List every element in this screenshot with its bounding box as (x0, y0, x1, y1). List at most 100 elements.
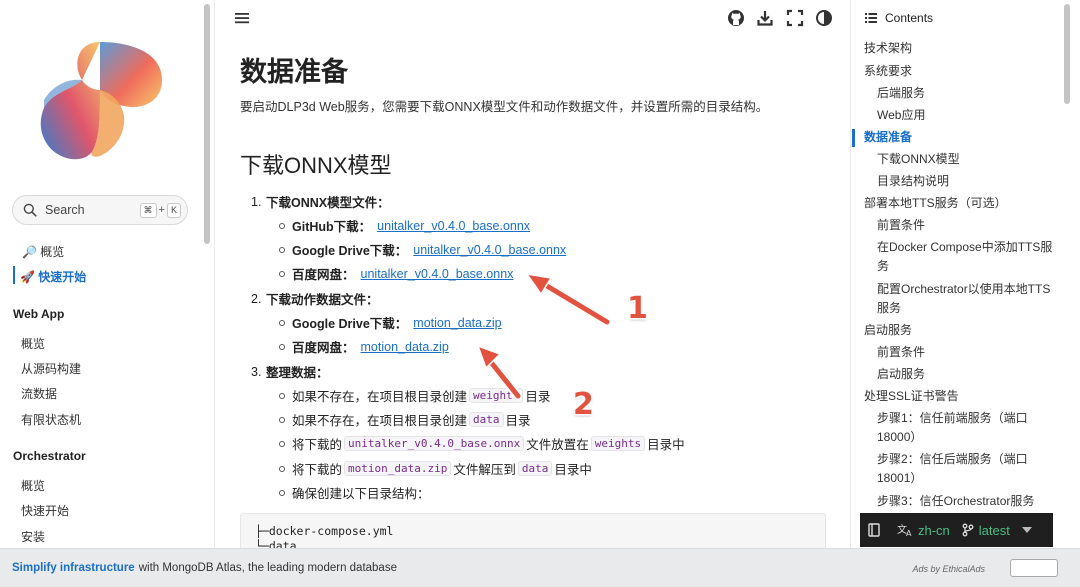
download-link[interactable]: unitalker_v0.4.0_base.onnx (377, 219, 530, 233)
sidebar-group-orchestrator: Orchestrator (13, 449, 86, 463)
bullet (279, 465, 285, 472)
fullscreen-icon[interactable] (786, 9, 804, 27)
download-link[interactable]: motion_data.zip (413, 316, 501, 330)
toc-item[interactable]: 启动服务 (877, 365, 925, 384)
annotation-arrow-1 (525, 272, 612, 327)
language-selector[interactable]: 文A zh-cn (897, 523, 950, 538)
toc-item[interactable]: 启动服务 (864, 321, 912, 340)
search-label: Search (45, 203, 85, 217)
sidebar-item-overview[interactable]: 🔎 概览 (22, 243, 64, 260)
intro-paragraph: 要启动DLP3d Web服务，您需要下载ONNX模型文件和动作数据文件，并设置所… (240, 100, 769, 114)
text: 如果不存在，在项目根目录创建 (292, 390, 468, 404)
toc-item[interactable]: 系统要求 (864, 62, 912, 81)
source-label: GitHub下载： (292, 220, 372, 234)
toc-item[interactable]: 处理SSL证书警告 (864, 387, 959, 406)
shortcut-key-cmd: ⌘ (139, 202, 157, 218)
sidebar-item-install[interactable]: 安装 (21, 528, 45, 545)
step-title: 下载动作数据文件： (266, 293, 379, 307)
toc-item[interactable]: 配置Orchestrator以使用本地TTS服务 (877, 280, 1057, 318)
ad-attribution[interactable]: Ads by EthicalAds (912, 564, 985, 574)
step-number: 2. (251, 291, 262, 306)
list-item: 确保创建以下目录结构： (279, 483, 430, 502)
sidebar-item-orch-quickstart[interactable]: 快速开始 (21, 502, 69, 519)
sidebar-group-webapp: Web App (13, 307, 65, 321)
toc-item[interactable]: 后端服务 (877, 84, 925, 103)
toc-item[interactable]: 前置条件 (877, 216, 925, 235)
book-icon-wrap (868, 523, 885, 537)
toc-scrollbar[interactable] (1062, 0, 1072, 548)
toc-item[interactable]: Web应用 (877, 106, 925, 125)
code-line: └─data (255, 539, 297, 548)
toc-item[interactable]: 下载ONNX模型 (877, 150, 960, 169)
github-icon[interactable] (727, 9, 745, 27)
sidebar-item-label: 概览 (40, 245, 65, 259)
ad-text: with MongoDB Atlas, the leading modern d… (138, 562, 397, 574)
text: 目录中 (647, 438, 685, 452)
language-value: zh-cn (918, 522, 950, 538)
bullet (279, 416, 285, 423)
sidebar-item-quickstart[interactable]: 🚀 快速开始 (20, 268, 86, 285)
rocket-icon: 🚀 (20, 270, 35, 284)
download-link[interactable]: motion_data.zip (361, 340, 449, 354)
scrollbar-thumb[interactable] (204, 4, 210, 244)
toc-header: Contents (865, 11, 933, 25)
toc-item[interactable]: 步骤3：信任Orchestrator服务 (877, 492, 1034, 511)
text: 目录 (505, 414, 531, 428)
bullet (279, 489, 285, 496)
toc-item[interactable]: 在Docker Compose中添加TTS服务 (877, 238, 1057, 276)
text: 目录中 (554, 463, 592, 477)
list-item: Google Drive下载： unitalker_v0.4.0_base.on… (279, 240, 566, 259)
step-2: 2. 下载动作数据文件： (251, 289, 379, 308)
toc-item[interactable]: 步骤2：信任后端服务（端口18001） (877, 450, 1047, 488)
site-logo[interactable] (38, 38, 162, 162)
toc-item[interactable]: 目录结构说明 (877, 172, 949, 191)
list-item: 百度网盘： unitalker_v0.4.0_base.onnx (279, 264, 513, 283)
bullet (279, 270, 285, 277)
text: 文件解压到 (453, 463, 516, 477)
sidebar-item-fsm[interactable]: 有限状态机 (21, 411, 81, 428)
book-icon (868, 523, 880, 537)
section-title: 下载ONNX模型 (240, 153, 392, 178)
download-link[interactable]: unitalker_v0.4.0_base.onnx (413, 243, 566, 257)
step-title: 整理数据： (266, 366, 329, 380)
shortcut-plus: + (158, 204, 165, 216)
shortcut-key-k: K (166, 202, 181, 218)
toc-item[interactable]: 技术架构 (864, 39, 912, 58)
list-item: 百度网盘： motion_data.zip (279, 337, 449, 356)
search-icon (23, 203, 37, 217)
scrollbar-thumb[interactable] (1064, 4, 1070, 104)
code-line: ├─docker-compose.yml (255, 524, 394, 538)
caret-down-icon[interactable] (1021, 527, 1032, 533)
toc-item-active[interactable]: 数据准备 (864, 128, 912, 147)
version-selector[interactable]: latest (962, 523, 1010, 538)
ad-headline[interactable]: Simplify infrastructure (12, 562, 135, 574)
inline-code: unitalker_v0.4.0_base.onnx (344, 436, 525, 451)
source-label: 百度网盘： (292, 268, 355, 282)
toc-item[interactable]: 步骤1：信任前端服务（端口18000） (877, 409, 1047, 447)
download-icon[interactable] (756, 9, 774, 27)
download-link[interactable]: unitalker_v0.4.0_base.onnx (361, 267, 514, 281)
sidebar-item-webapp-overview[interactable]: 概览 (21, 335, 45, 352)
text: 将下载的 (292, 463, 343, 477)
ad-banner[interactable]: Simplify infrastructure with MongoDB Atl… (0, 548, 1080, 587)
step-3: 3. 整理数据： (251, 362, 329, 381)
menu-icon[interactable] (235, 11, 249, 25)
sidebar-item-orch-overview[interactable]: 概览 (21, 477, 45, 494)
sidebar-item-build-from-source[interactable]: 从源码构建 (21, 360, 81, 377)
toc-item[interactable]: 部署本地TTS服务（可选） (864, 194, 1007, 213)
list-item: 如果不存在，在项目根目录创建 weights 目录 (279, 386, 550, 405)
version-switcher[interactable]: 文A zh-cn latest (860, 513, 1053, 547)
inline-code: data (517, 461, 553, 476)
bullet (279, 222, 285, 229)
text: 确保创建以下目录结构： (292, 487, 430, 501)
text: 文件放置在 (526, 438, 589, 452)
toc-item[interactable]: 前置条件 (877, 343, 925, 362)
sidebar-item-streaming[interactable]: 流数据 (21, 385, 57, 402)
search-box[interactable]: Search ⌘ + K (12, 195, 188, 225)
theme-toggle-icon[interactable] (815, 9, 833, 27)
ad-close-button[interactable] (1010, 559, 1058, 577)
sidebar-scrollbar[interactable] (203, 0, 211, 548)
page-title: 数据准备 (240, 57, 348, 87)
active-indicator (13, 266, 15, 284)
svg-text:A: A (906, 529, 912, 537)
